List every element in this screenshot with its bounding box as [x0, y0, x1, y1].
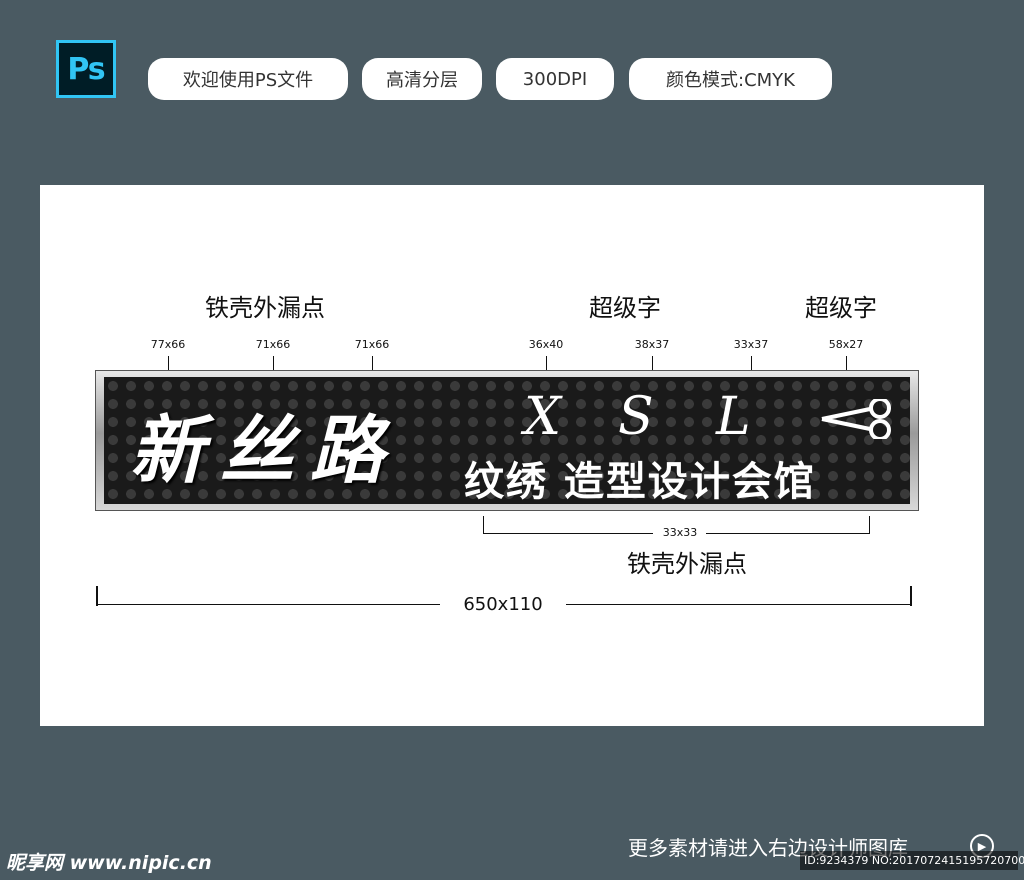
dim-7: 58x27 [828, 338, 864, 351]
letter-l: L [716, 387, 751, 447]
dim-2: 71x66 [255, 338, 291, 351]
overall-dim-right-end [910, 586, 912, 606]
pill-layered: 高清分层 [362, 58, 482, 100]
brand-name: 新丝路 [130, 408, 400, 494]
dim-6: 33x37 [733, 338, 769, 351]
label-bottom: 铁壳外漏点 [627, 550, 747, 578]
overall-dim-line-right [566, 604, 912, 605]
overall-dim-left-end [96, 586, 98, 606]
pill-welcome: 欢迎使用PS文件 [148, 58, 348, 100]
sub-dim-line-right [706, 533, 870, 534]
dim-tick [372, 356, 373, 370]
photoshop-logo-icon: Ps [56, 40, 116, 98]
sub-dim-left-end [483, 516, 484, 534]
sub-dim-line-left [483, 533, 653, 534]
dim-1: 77x66 [150, 338, 186, 351]
label-left-top: 铁壳外漏点 [205, 294, 325, 322]
label-mid-top: 超级字 [589, 294, 661, 322]
letter-x: X [524, 387, 562, 447]
sub-dim-right-end [869, 516, 870, 534]
sign-board: 新丝路 X S L 纹绣 造型设计会馆 [95, 370, 919, 511]
dim-3: 71x66 [354, 338, 390, 351]
dim-tick [273, 356, 274, 370]
dim-tick [751, 356, 752, 370]
pill-color-mode: 颜色模式:CMYK [629, 58, 832, 100]
sign-subtitle: 纹绣 造型设计会馆 [464, 459, 816, 504]
label-right-top: 超级字 [805, 294, 877, 322]
dim-5: 38x37 [634, 338, 670, 351]
dim-tick [652, 356, 653, 370]
pill-dpi: 300DPI [496, 58, 614, 100]
letter-s: S [618, 387, 654, 447]
dim-tick [168, 356, 169, 370]
image-id: ID:9234379 NO:20170724151957207000 [800, 851, 1024, 870]
dim-4: 36x40 [528, 338, 564, 351]
site-watermark: 昵享网 www.nipic.cn [6, 852, 212, 874]
scissors-icon [821, 399, 891, 439]
sub-dim-label: 33x33 [662, 526, 698, 539]
dim-tick [846, 356, 847, 370]
sign-face: 新丝路 X S L 纹绣 造型设计会馆 [104, 377, 910, 504]
dim-tick [546, 356, 547, 370]
page: Ps 欢迎使用PS文件 高清分层 300DPI 颜色模式:CMYK 铁壳外漏点 … [0, 0, 1024, 880]
overall-dim-label: 650x110 [463, 594, 543, 615]
overall-dim-line-left [96, 604, 440, 605]
